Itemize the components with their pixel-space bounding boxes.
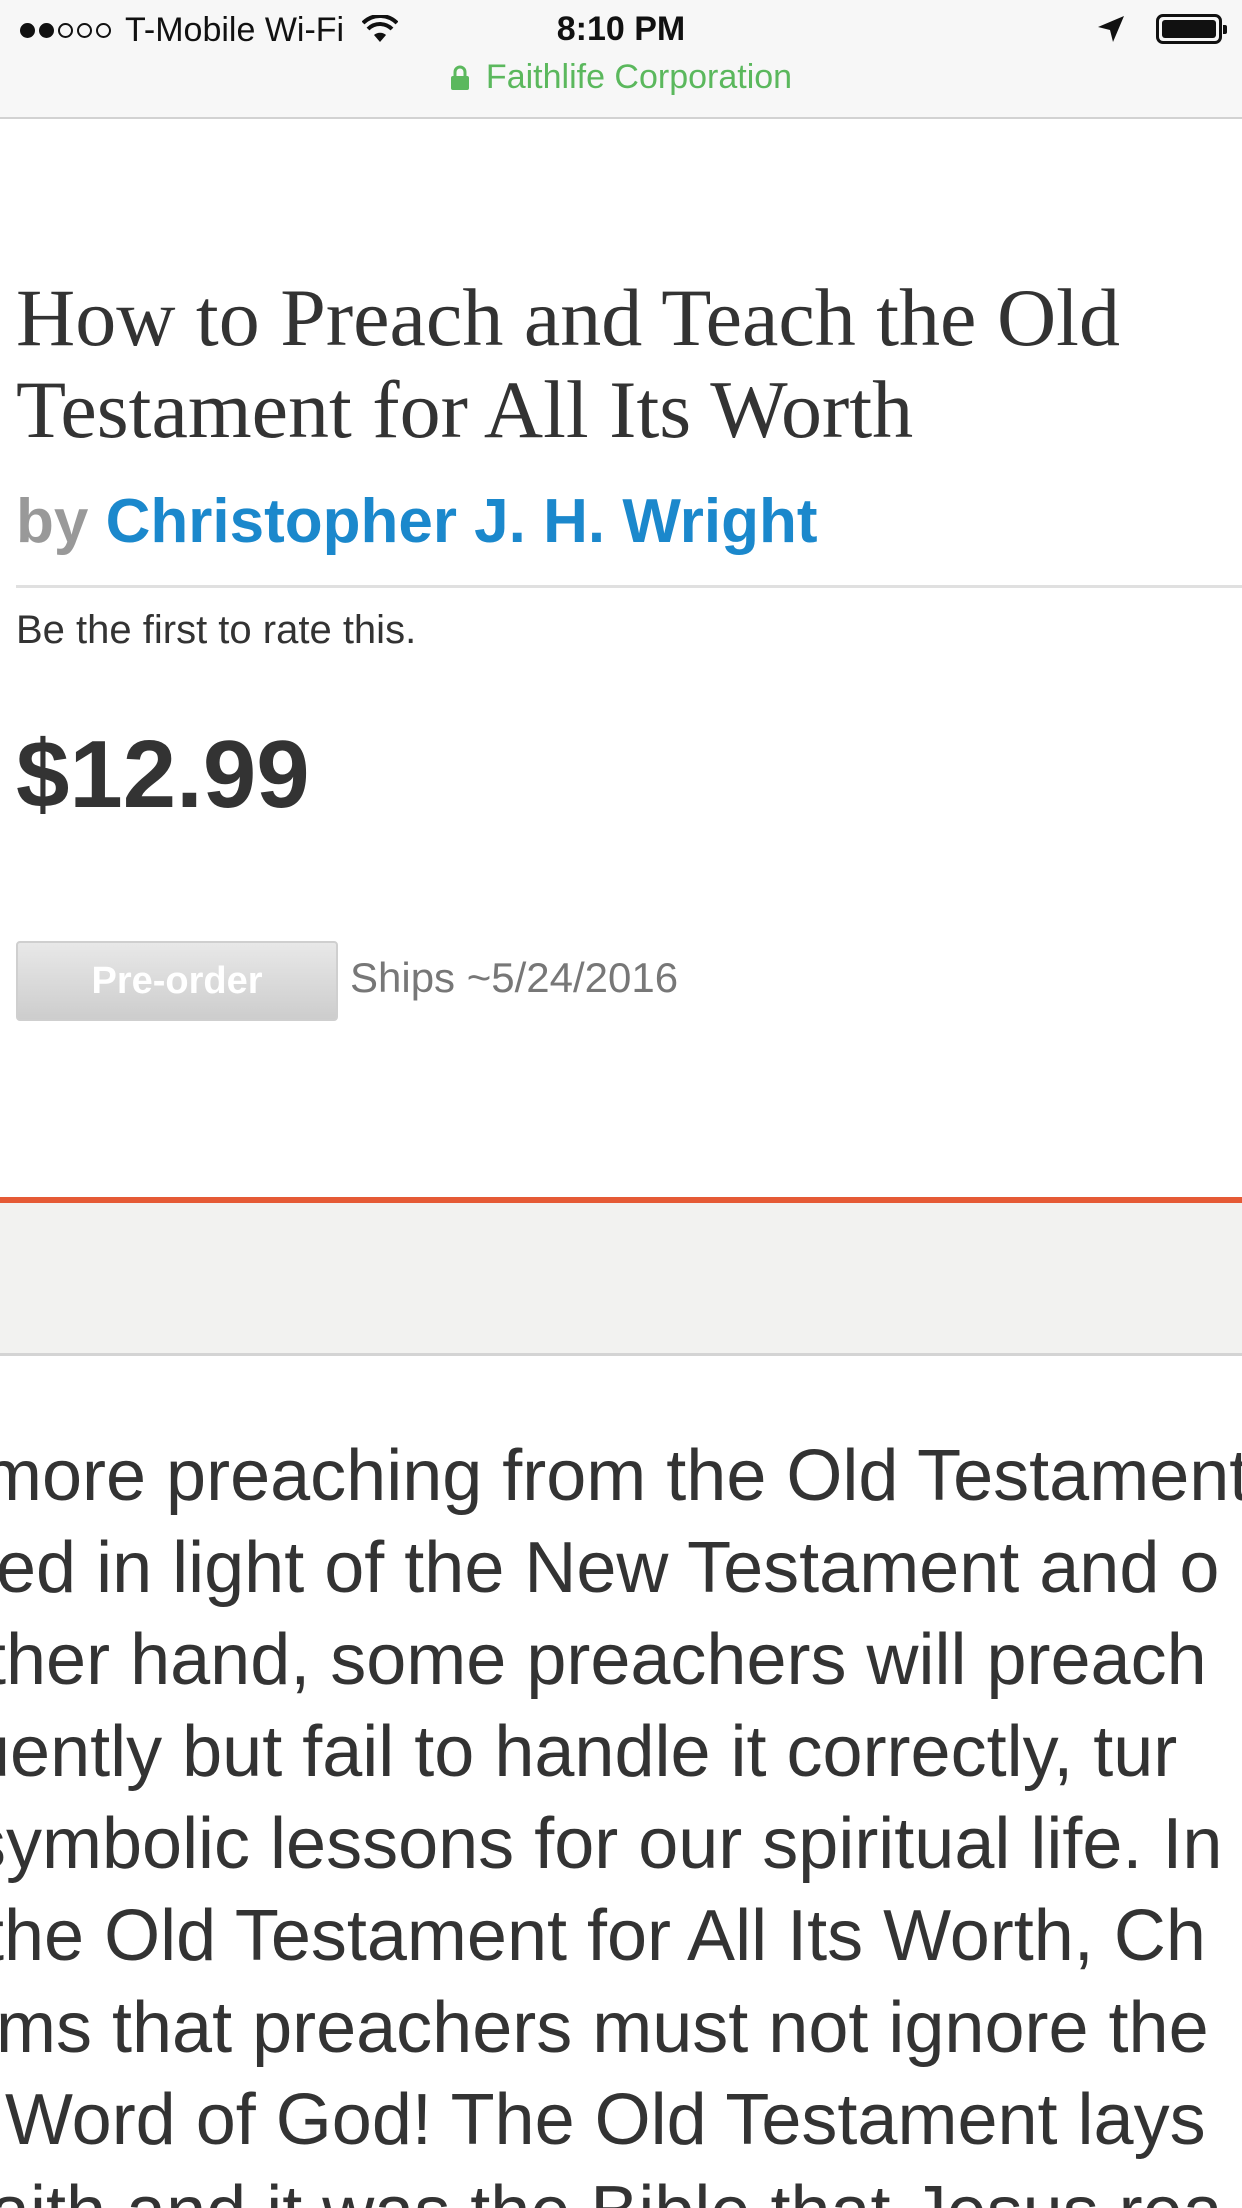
status-time: 8:10 PM: [556, 10, 686, 48]
url-bar[interactable]: Faithlife Corporation: [0, 58, 1242, 97]
location-arrow-icon: [1098, 16, 1124, 42]
rating-prompt[interactable]: Be the first to rate this.: [16, 608, 416, 653]
preorder-button[interactable]: Pre-order: [16, 941, 338, 1021]
byline: by Christopher J. H. Wright: [16, 486, 817, 557]
description-line: ed in light of the New Testament and o: [0, 1528, 1220, 1608]
price: $12.99: [16, 721, 310, 828]
status-bar: T-Mobile Wi-Fi 8:10 PM Faithlife Corpora…: [0, 0, 1242, 119]
status-right: [1096, 14, 1227, 44]
tab-strip[interactable]: [0, 1203, 1242, 1356]
description-line: aith and it was the Bible that Jesus rea: [0, 2166, 1223, 2208]
author-link[interactable]: Christopher J. H. Wright: [106, 487, 818, 556]
description: more preaching from the Old Testament ed…: [0, 1430, 1242, 2208]
description-line: Word of God! The Old Testament lays: [5, 2080, 1206, 2160]
description-line: uently but fail to handle it correctly, …: [0, 1712, 1178, 1792]
description-line: more preaching from the Old Testament: [0, 1436, 1242, 1516]
battery-icon: [1156, 14, 1227, 44]
product-title: How to Preach and Teach the Old Testamen…: [16, 272, 1120, 455]
divider: [16, 585, 1242, 588]
by-label: by: [16, 487, 89, 556]
description-line: ther hand, some preachers will preach: [0, 1620, 1207, 1700]
description-line: ms that preachers must not ignore the: [0, 1988, 1209, 2068]
description-line: symbolic lessons for our spiritual life.…: [0, 1804, 1223, 1884]
description-line: the Old Testament for All Its Worth, Ch: [0, 1896, 1206, 1976]
lock-icon: [450, 65, 469, 90]
site-name: Faithlife Corporation: [485, 58, 793, 96]
ship-date: Ships ~5/24/2016: [350, 954, 679, 1001]
